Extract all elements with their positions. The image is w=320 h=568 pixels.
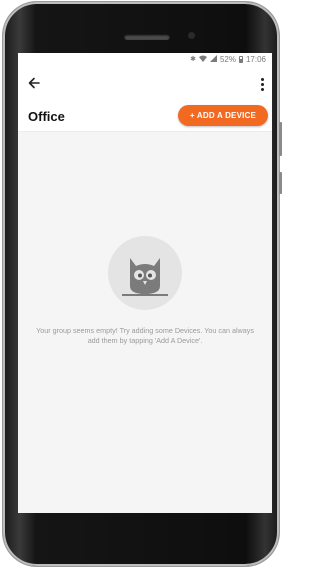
volume-button [279, 122, 282, 156]
bluetooth-icon: ✱ [190, 56, 196, 63]
more-vertical-icon[interactable] [260, 78, 264, 91]
app-bar: Office + ADD A DEVICE [18, 65, 272, 132]
empty-state: Your group seems empty! Try adding some … [18, 236, 272, 346]
add-device-button[interactable]: + ADD A DEVICE [178, 105, 268, 126]
battery-icon [238, 55, 243, 63]
status-bar: ✱ 52% 17:06 [18, 53, 272, 65]
earpiece-speaker [124, 34, 170, 40]
wifi-icon [198, 55, 207, 64]
arrow-left-icon[interactable] [28, 77, 40, 93]
owl-icon [108, 236, 182, 310]
signal-icon [209, 54, 217, 64]
battery-percent: 52% [219, 54, 236, 64]
app-screen: ✱ 52% 17:06 Office + ADD A DEVICE Your g… [18, 53, 272, 513]
empty-message: Your group seems empty! Try adding some … [36, 326, 254, 345]
clock: 17:06 [245, 54, 266, 64]
power-button [279, 172, 282, 194]
page-title: Office [28, 109, 65, 124]
front-camera [188, 32, 195, 39]
